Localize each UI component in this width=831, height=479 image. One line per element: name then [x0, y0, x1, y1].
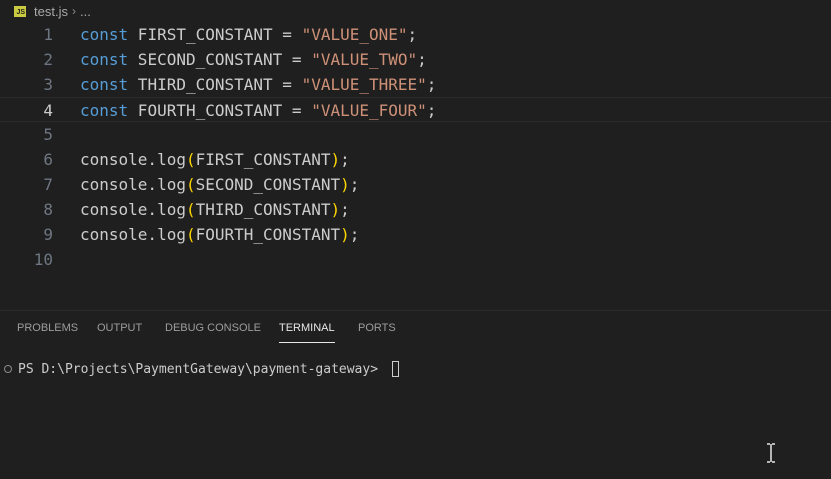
code-token: const [80, 50, 129, 69]
chevron-right-icon: › [71, 4, 76, 18]
code-line[interactable]: 6 console.log(FIRST_CONSTANT); [0, 147, 831, 172]
code-line[interactable]: 4 const FOURTH_CONSTANT = "VALUE_FOUR"; [0, 97, 831, 122]
code-token: "VALUE_THREE" [301, 75, 427, 94]
code-token: ( [185, 200, 196, 219]
code-token: "VALUE_ONE" [301, 25, 408, 44]
line-number: 5 [43, 125, 53, 144]
code-token: ; [340, 150, 350, 169]
code-token: console.log [80, 200, 186, 219]
breadcrumb-file-name[interactable]: test.js [34, 4, 68, 19]
code-token: ; [417, 50, 427, 69]
breadcrumb: JS test.js › ... [0, 0, 831, 22]
line-number: 9 [43, 225, 53, 244]
terminal-prompt: PS D:\Projects\PaymentGateway\payment-ga… [18, 361, 386, 377]
code-token: SECOND_CONSTANT [195, 175, 341, 194]
code-text[interactable]: const FOURTH_CONSTANT = "VALUE_FOUR"; [80, 98, 436, 123]
breadcrumb-more[interactable]: ... [80, 4, 91, 19]
code-token: console.log [80, 225, 186, 244]
tab-debug-console[interactable]: DEBUG CONSOLE [165, 322, 261, 342]
code-line[interactable]: 8 console.log(THIRD_CONSTANT); [0, 197, 831, 222]
code-token: ; [426, 75, 437, 94]
code-token: ) [340, 175, 350, 194]
code-line[interactable]: 3 const THIRD_CONSTANT = "VALUE_THREE"; [0, 72, 831, 97]
code-token: console.log [80, 150, 186, 169]
code-line[interactable]: 7 console.log(SECOND_CONSTANT); [0, 172, 831, 197]
code-token: ) [330, 150, 341, 169]
code-text[interactable]: const SECOND_CONSTANT = "VALUE_TWO"; [80, 47, 427, 72]
code-token: ; [426, 101, 437, 120]
tab-problems[interactable]: PROBLEMS [17, 322, 78, 342]
code-text[interactable]: const THIRD_CONSTANT = "VALUE_THREE"; [80, 72, 436, 97]
line-number: 1 [43, 25, 53, 44]
code-token: THIRD_CONSTANT = [128, 75, 302, 94]
code-line[interactable]: 1 const FIRST_CONSTANT = "VALUE_ONE"; [0, 22, 831, 47]
code-token: ; [407, 25, 418, 44]
line-number: 7 [43, 175, 53, 194]
code-token: ( [185, 150, 196, 169]
code-line[interactable]: 5 [0, 122, 831, 147]
code-token: console.log [80, 175, 186, 194]
bottom-panel: PROBLEMS OUTPUT DEBUG CONSOLE TERMINAL P… [0, 310, 831, 479]
code-line[interactable]: 10 [0, 247, 831, 272]
line-number: 10 [33, 250, 53, 269]
terminal-status-circle-icon [4, 365, 12, 373]
code-text[interactable]: console.log(FIRST_CONSTANT); [80, 147, 350, 172]
code-line[interactable]: 2 const SECOND_CONSTANT = "VALUE_TWO"; [0, 47, 831, 72]
code-editor[interactable]: 1 const FIRST_CONSTANT = "VALUE_ONE"; 2 con… [0, 22, 831, 297]
code-token: SECOND_CONSTANT = [128, 50, 312, 69]
code-token: ; [349, 225, 360, 244]
code-token: "VALUE_TWO" [311, 50, 418, 69]
code-token: ( [185, 225, 196, 244]
text-cursor-icon [767, 443, 775, 463]
code-token: FIRST_CONSTANT = [128, 25, 302, 44]
code-token: ; [340, 200, 350, 219]
code-token: "VALUE_FOUR" [311, 101, 427, 120]
code-token: ) [340, 225, 350, 244]
code-text[interactable]: console.log(FOURTH_CONSTANT); [80, 222, 359, 247]
code-token: ; [349, 175, 360, 194]
js-file-icon: JS [14, 5, 26, 17]
code-token: FOURTH_CONSTANT = [128, 101, 312, 120]
terminal-prompt-line[interactable]: PS D:\Projects\PaymentGateway\payment-ga… [0, 360, 399, 378]
line-number: 2 [43, 50, 53, 69]
code-token: FIRST_CONSTANT [195, 150, 331, 169]
line-number: 6 [43, 150, 53, 169]
tab-output[interactable]: OUTPUT [97, 322, 142, 342]
line-number: 8 [43, 200, 53, 219]
line-number: 3 [43, 75, 53, 94]
code-text[interactable]: const FIRST_CONSTANT = "VALUE_ONE"; [80, 22, 417, 47]
code-token: ) [330, 200, 341, 219]
line-number: 4 [43, 101, 53, 120]
code-text[interactable]: console.log(SECOND_CONSTANT); [80, 172, 359, 197]
code-text[interactable]: console.log(THIRD_CONSTANT); [80, 197, 350, 222]
tab-terminal[interactable]: TERMINAL [279, 322, 335, 343]
code-token: ( [185, 175, 196, 194]
code-token: FOURTH_CONSTANT [195, 225, 341, 244]
tab-ports[interactable]: PORTS [358, 322, 396, 342]
code-token: const [80, 75, 129, 94]
code-token: THIRD_CONSTANT [195, 200, 331, 219]
code-line[interactable]: 9 console.log(FOURTH_CONSTANT); [0, 222, 831, 247]
code-token: const [80, 25, 129, 44]
code-token: const [80, 101, 129, 120]
terminal-cursor [391, 361, 399, 377]
